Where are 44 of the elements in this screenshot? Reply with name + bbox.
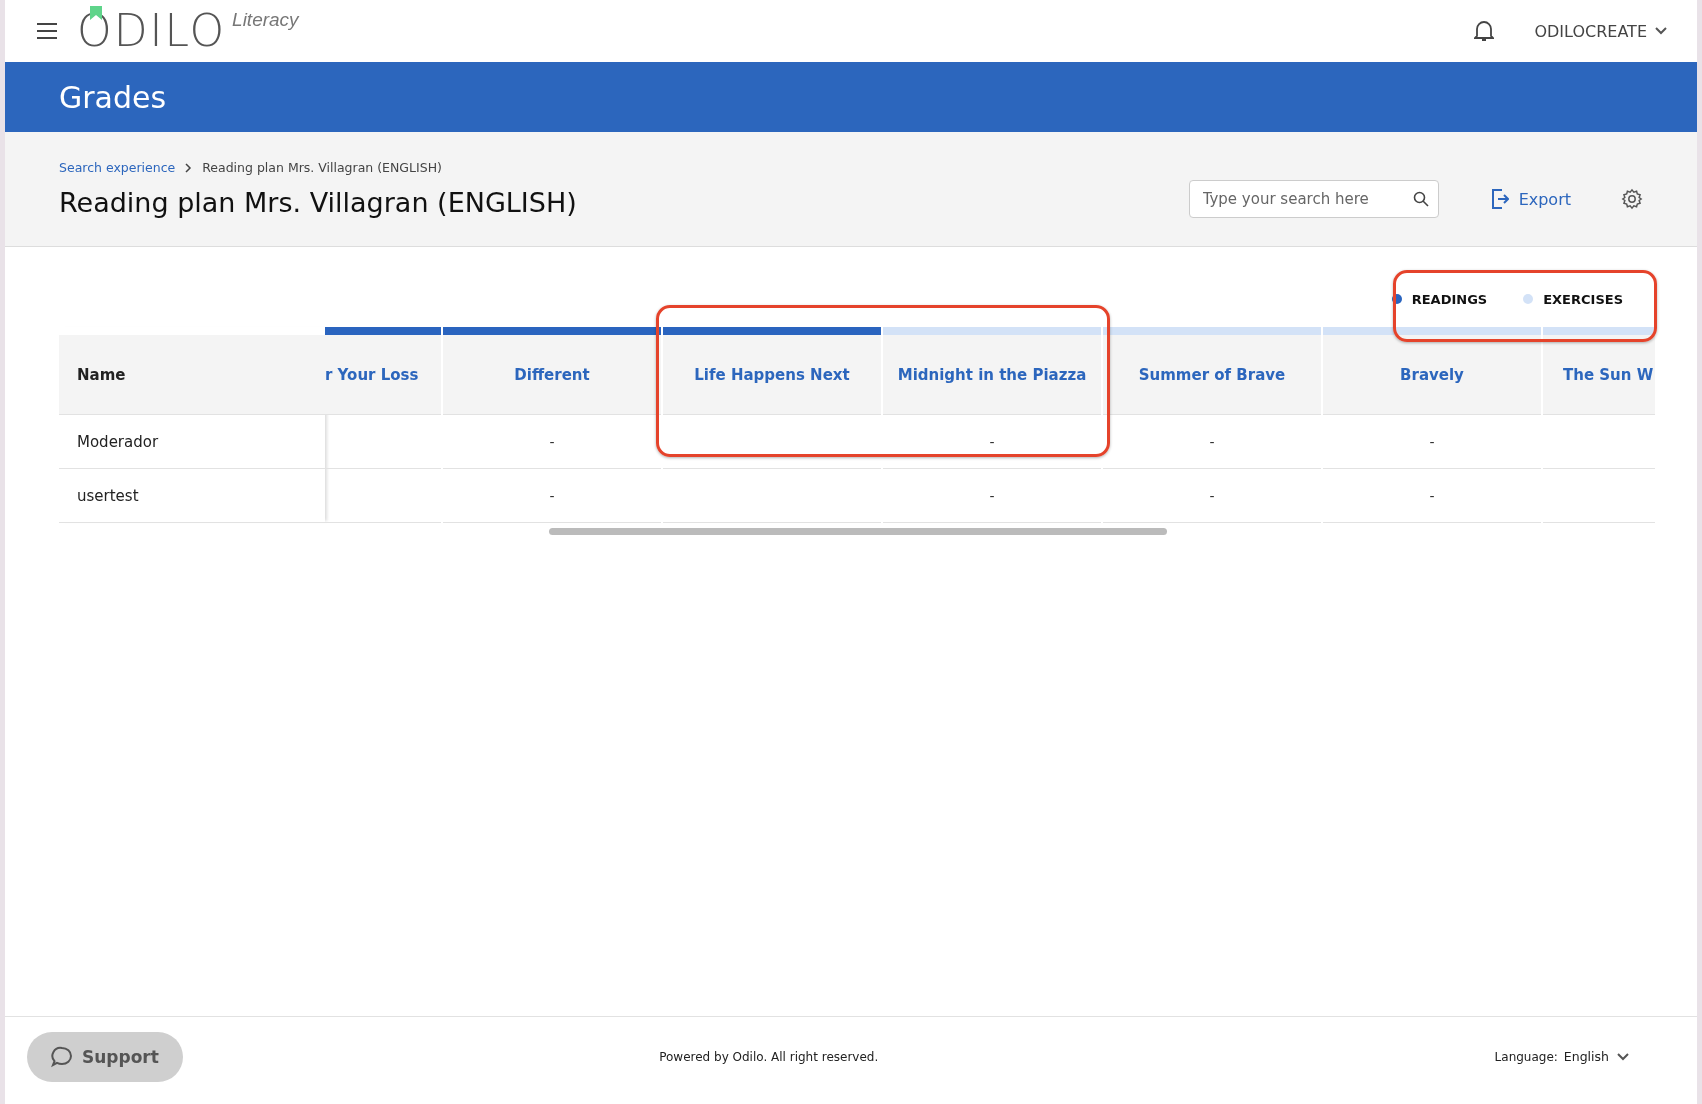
export-icon xyxy=(1490,189,1509,209)
copyright-text: Powered by Odilo. All right reserved. xyxy=(658,1049,880,1064)
name-cell: Moderador xyxy=(59,415,325,469)
page-title: Reading plan Mrs. Villagran (ENGLISH) xyxy=(59,187,578,218)
column-header[interactable]: r Your Loss xyxy=(325,365,419,384)
column-header[interactable]: Different xyxy=(514,365,590,384)
scrollbar[interactable] xyxy=(549,528,1167,535)
chat-bubble-icon xyxy=(51,1045,73,1068)
language-label: Language: xyxy=(1494,1049,1558,1064)
column-header[interactable]: Summer of Brave xyxy=(1138,365,1286,384)
legend-label: EXERCISES xyxy=(1543,291,1623,307)
column-header: Name xyxy=(59,335,325,415)
grade-cell: - xyxy=(549,433,555,450)
column-header[interactable]: Bravely xyxy=(1400,365,1464,384)
user-menu[interactable]: ODILOCREATE xyxy=(1534,21,1667,41)
chevron-down-icon xyxy=(1655,27,1667,35)
export-button[interactable]: Export xyxy=(1490,180,1571,218)
name-cell: usertest xyxy=(59,469,325,523)
logo: ODILO xyxy=(77,9,227,53)
grade-cell: - xyxy=(989,433,995,450)
search-field[interactable]: Type your search here xyxy=(1188,180,1439,218)
breadcrumb-link[interactable]: Search experience xyxy=(59,160,176,175)
grade-cell: - xyxy=(1429,487,1435,504)
menu-button[interactable] xyxy=(37,23,57,39)
menu-icon xyxy=(37,23,57,39)
column-header[interactable]: Life Happens Next xyxy=(694,365,850,384)
settings-icon xyxy=(1621,188,1643,210)
breadcrumb-text: Reading plan Mrs. Villagran (ENGLISH) xyxy=(202,160,442,175)
search-icon xyxy=(1412,191,1429,207)
notification-button[interactable] xyxy=(1474,20,1495,42)
chevron-down-icon xyxy=(1617,1052,1629,1061)
grade-cell: - xyxy=(989,487,995,504)
grade-cell: - xyxy=(1209,433,1215,450)
logo-tagline: Literacy xyxy=(232,9,299,31)
chevron-right-icon xyxy=(185,162,193,173)
grade-cell: - xyxy=(1209,487,1215,504)
language-select[interactable]: English xyxy=(1563,1049,1629,1064)
legend-label: READINGS xyxy=(1411,291,1488,307)
column-header[interactable]: The Sun W xyxy=(1563,365,1654,384)
support-button[interactable]: Support xyxy=(27,1031,183,1082)
grade-cell: - xyxy=(1429,433,1435,450)
bell-icon xyxy=(1474,20,1495,42)
banner-title: Grades xyxy=(59,79,167,115)
grade-cell: - xyxy=(549,487,555,504)
